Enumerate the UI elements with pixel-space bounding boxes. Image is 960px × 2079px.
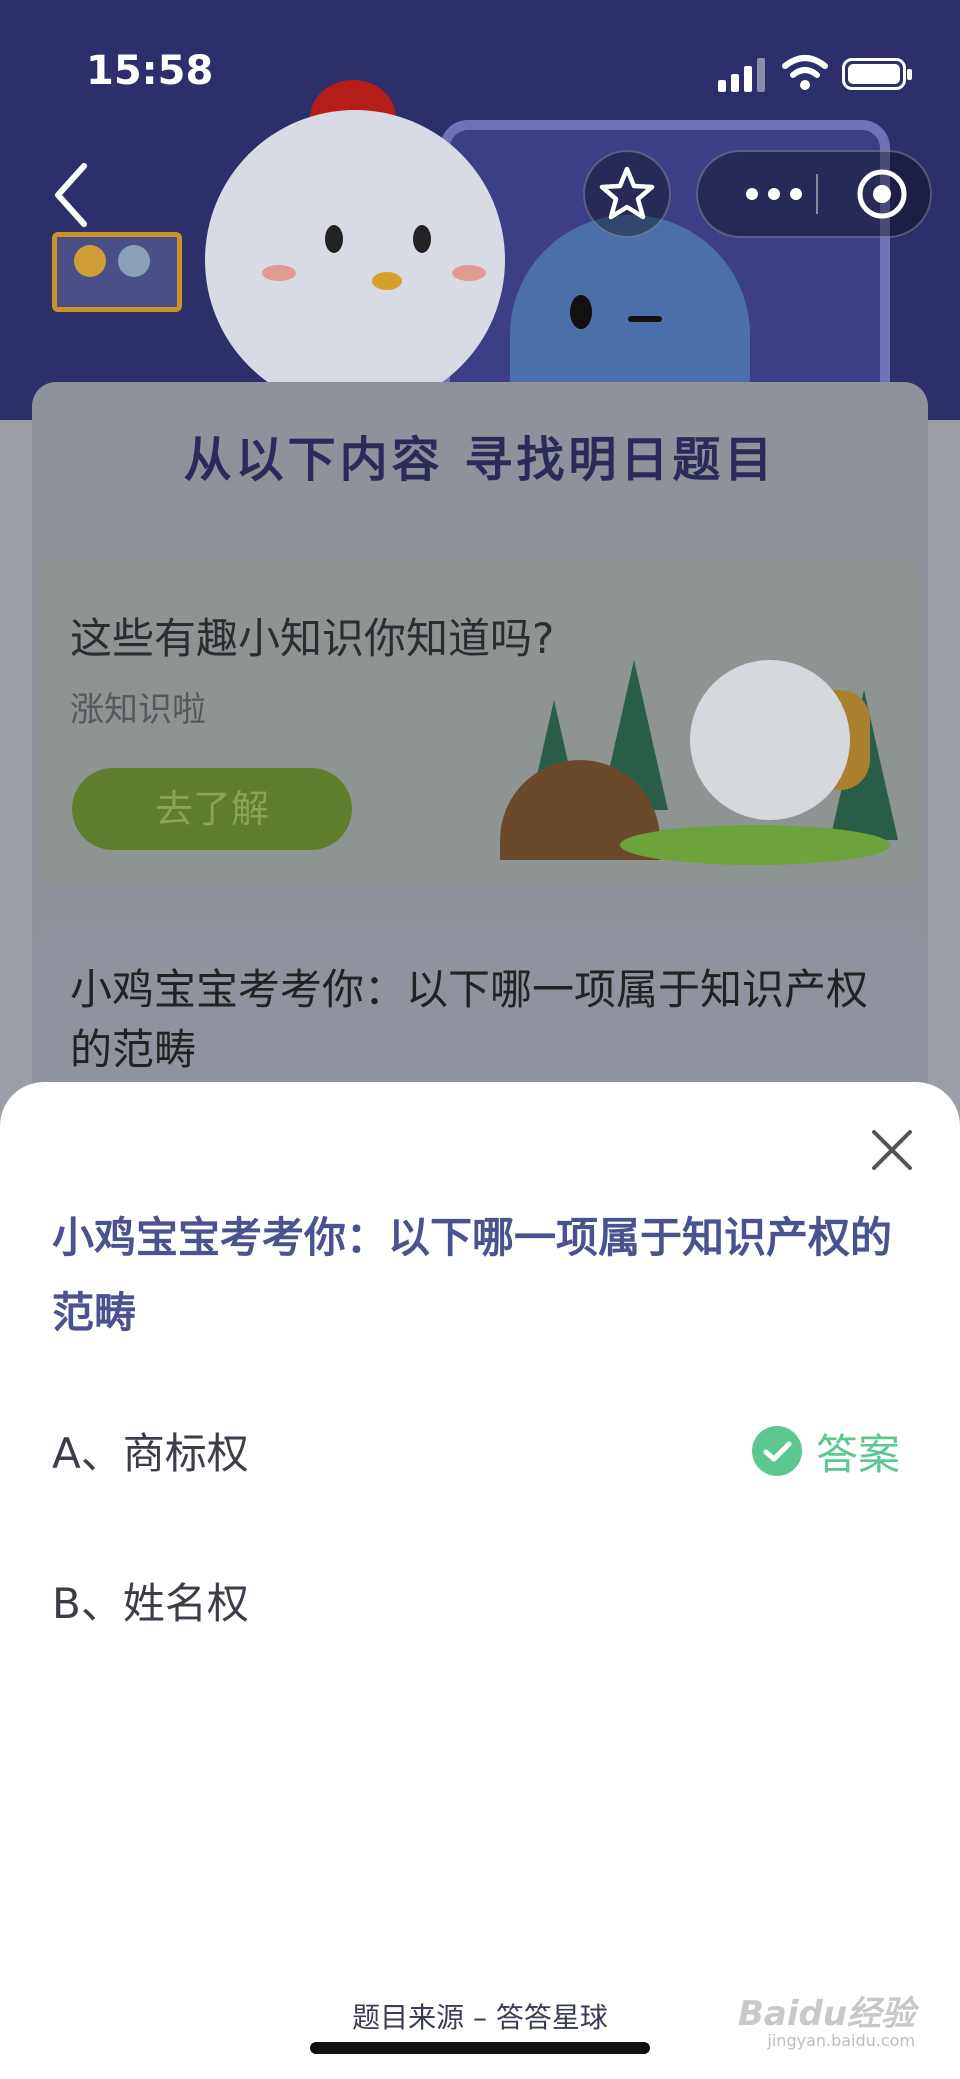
badge-frame [52,232,182,312]
feature-card-title: 这些有趣小知识你知道吗? [70,614,555,663]
star-icon [599,166,655,220]
quiz-card-text: 小鸡宝宝考考你：以下哪一项属于知识产权的范畴 [70,965,869,1074]
wifi-icon [782,55,828,90]
chicken-eye [413,225,431,253]
home-indicator[interactable] [310,2042,650,2054]
section-title: 从以下内容 寻找明日题目 [183,432,777,488]
learn-more-button[interactable]: 去了解 [72,768,352,850]
close-icon[interactable] [864,1122,920,1178]
chicken-mascot [205,110,505,410]
chicken-beak [372,272,402,290]
favorite-button[interactable] [583,150,671,238]
target-icon[interactable] [842,152,922,236]
question-title: 小鸡宝宝考考你：以下哪一项属于知识产权的范畴 [52,1213,893,1337]
medal-icon [118,245,150,277]
chicken-cheek [452,265,486,281]
medal-icon [74,245,106,277]
miniprogram-capsule [696,150,932,238]
grass-illustration [620,825,890,865]
check-circle-icon [752,1426,802,1476]
option-a[interactable]: A、商标权 [52,1420,249,1481]
feature-card-subtitle: 涨知识啦 [70,690,206,730]
signal-icon [718,56,768,92]
chicken-eye [325,225,343,253]
status-time: 15:58 [86,48,214,94]
alien-wink [628,316,662,322]
ellipsis-icon[interactable] [734,152,814,236]
baidu-watermark: Baidu经验 jingyan.baidu.com [738,1994,916,2050]
option-b[interactable]: B、姓名权 [52,1570,249,1631]
battery-icon [842,58,912,90]
answer-label: 答案 [816,1429,901,1479]
chicken-cheek [262,265,296,281]
chevron-left-icon[interactable] [48,160,98,230]
capsule-divider [816,174,818,214]
alien-eye [570,295,592,329]
answer-badge: 答案 [752,1424,900,1479]
chicken-hiker-illustration [690,660,850,820]
